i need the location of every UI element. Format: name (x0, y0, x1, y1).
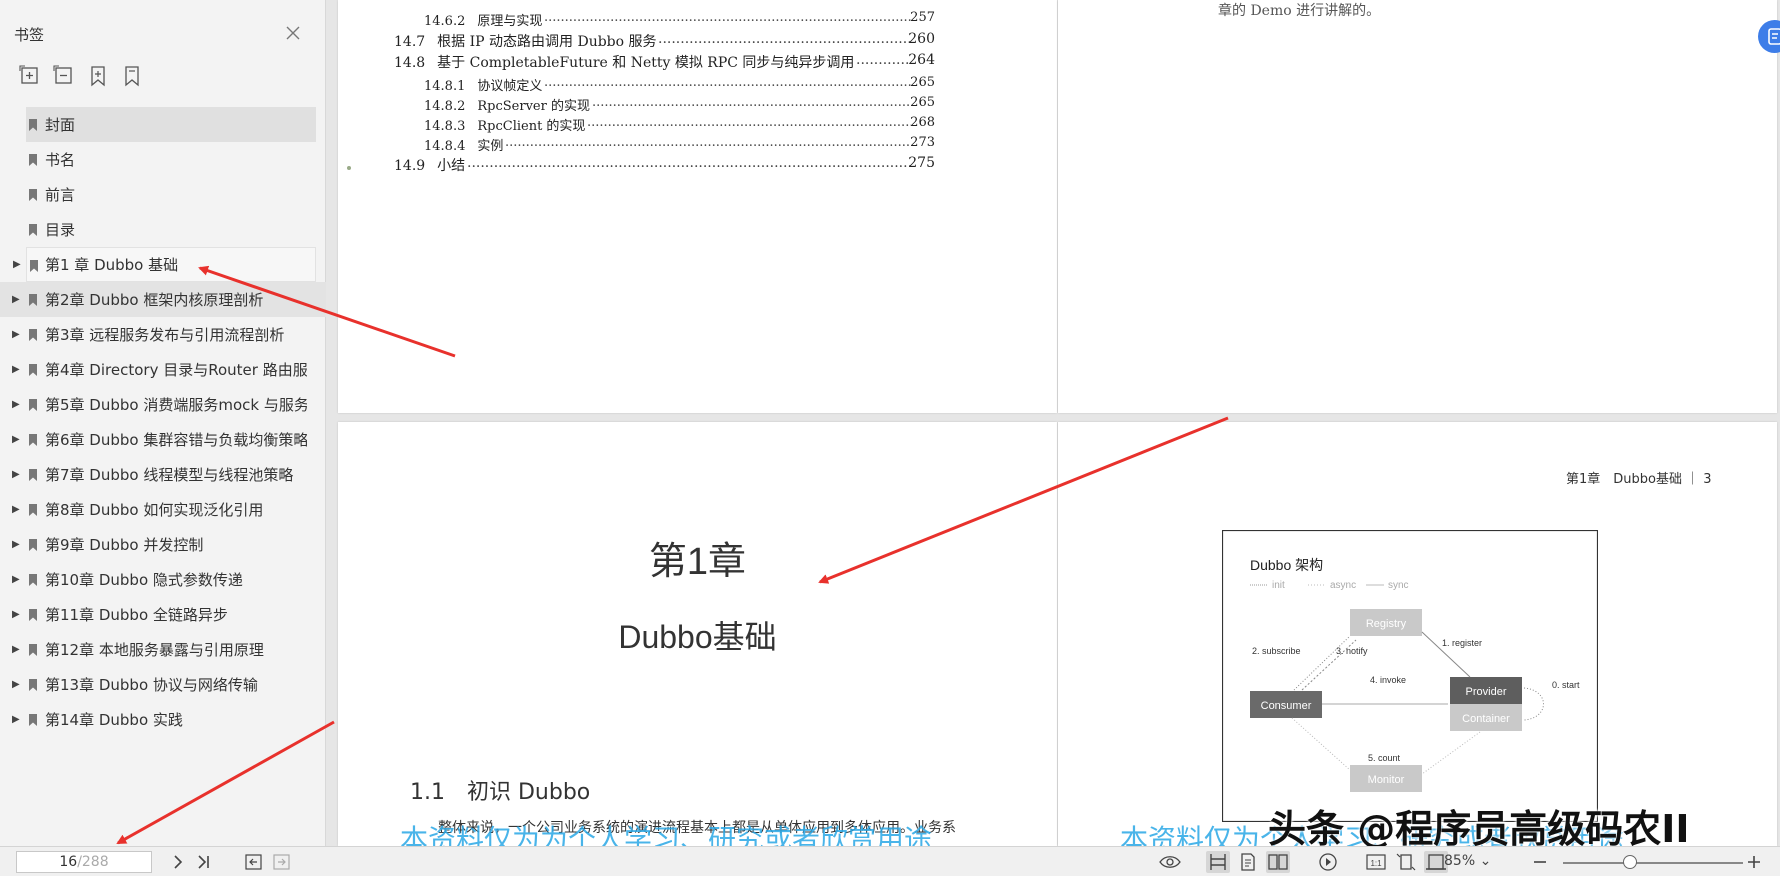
zoom-slider[interactable] (1563, 862, 1743, 864)
last-page-icon[interactable] (192, 851, 216, 873)
arrow-to-chapter (818, 416, 1229, 584)
current-page: 16 (59, 854, 78, 870)
zoom-out-icon[interactable] (1528, 851, 1552, 873)
page-number-input[interactable]: 16/288 (16, 851, 152, 873)
fit-page-icon[interactable] (1394, 851, 1418, 873)
single-page-icon[interactable] (1236, 851, 1260, 873)
zoom-slider-handle[interactable] (1623, 855, 1637, 869)
back-icon[interactable] (242, 851, 266, 873)
double-page-icon[interactable] (1266, 851, 1290, 873)
svg-text:1:1: 1:1 (1370, 859, 1382, 868)
play-icon[interactable] (1316, 851, 1340, 873)
zoom-level[interactable]: 85% ⌄ (1444, 853, 1491, 869)
zoom-in-icon[interactable] (1742, 851, 1766, 873)
arrow-to-page-input (116, 720, 335, 845)
arrow-to-bookmark (198, 265, 456, 358)
next-page-icon[interactable] (166, 851, 190, 873)
total-pages: /288 (77, 854, 109, 870)
bottom-toolbar: 16/288 1:1 85% ⌄ (0, 846, 1780, 876)
continuous-view-icon[interactable] (1206, 851, 1230, 873)
forward-icon[interactable] (270, 851, 294, 873)
actual-size-icon[interactable]: 1:1 (1364, 851, 1388, 873)
eye-icon[interactable] (1158, 851, 1182, 873)
annotation-arrows (116, 265, 1229, 845)
